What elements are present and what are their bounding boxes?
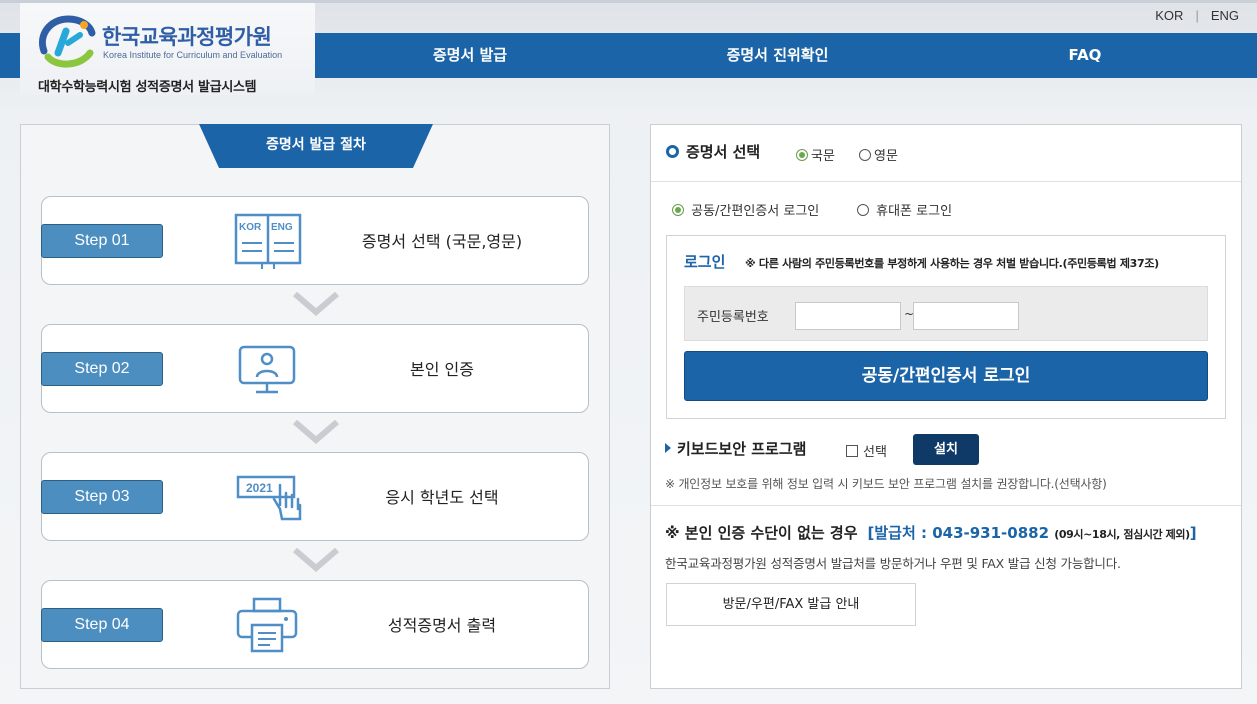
lang-eng-link[interactable]: ENG: [1211, 8, 1239, 23]
keyboard-security-title: 키보드보안 프로그램: [665, 438, 806, 459]
nav-issue-certificate[interactable]: 증명서 발급: [370, 33, 570, 78]
issue-form-panel: 증명서 선택 국문 영문 공동/간편인증서 로그인 휴대폰 로그인 로그인 ※ …: [650, 124, 1242, 689]
chevron-down-icon: [293, 548, 339, 572]
login-warning: ※ 다른 사람의 주민등록번호를 부정하게 사용하는 경우 처벌 받습니다.(주…: [745, 257, 1159, 270]
rrn-label: 주민등록번호: [697, 310, 769, 325]
year-select-hand-icon: 2021: [236, 475, 302, 521]
radio-off-icon: [857, 204, 869, 216]
year-label: 2021: [246, 481, 273, 495]
radio-on-icon: [672, 204, 684, 216]
step-card-1: Step 01 KOR ENG 증명서 선택 (국문,영문): [41, 196, 589, 285]
step-badge: Step 01: [41, 224, 163, 258]
rrn-front-input[interactable]: [795, 302, 901, 330]
bracket-close: ]: [1189, 524, 1197, 542]
logo-english-name: Korea Institute for Curriculum and Evalu…: [103, 50, 283, 60]
user-monitor-icon: [238, 345, 296, 394]
divider: [651, 505, 1241, 506]
certificate-select-label: 증명서 선택: [666, 141, 760, 162]
book-eng-label: ENG: [271, 222, 293, 233]
radio-cert-login-label: 공동/간편인증서 로그인: [691, 204, 820, 219]
book-kor-eng-icon: KOR ENG: [234, 213, 302, 269]
install-button[interactable]: 설치: [913, 434, 979, 465]
step-text: 응시 학년도 선택: [385, 488, 499, 507]
keyboard-select-checkbox[interactable]: 선택: [846, 441, 887, 460]
rrn-row: 주민등록번호 ~: [684, 286, 1208, 341]
certificate-select-text: 증명서 선택: [686, 143, 761, 161]
radio-korean-label: 국문: [811, 149, 835, 164]
step-badge: Step 03: [41, 480, 163, 514]
nav-faq[interactable]: FAQ: [1000, 33, 1170, 78]
divider: [651, 181, 1241, 182]
rrn-back-input[interactable]: [913, 302, 1019, 330]
cert-login-button[interactable]: 공동/간편인증서 로그인: [684, 351, 1208, 401]
language-switch: KOR | ENG: [1155, 8, 1239, 23]
printer-icon: [236, 597, 298, 653]
issuer-phone-text: [발급처 : 043-931-0882: [867, 524, 1050, 542]
site-logo[interactable]: 한국교육과정평가원 Korea Institute for Curriculum…: [20, 3, 315, 95]
chevron-down-icon: [293, 420, 339, 444]
step-badge: Step 02: [41, 352, 163, 386]
step-card-3: Step 03 2021 응시 학년도 선택: [41, 452, 589, 541]
procedure-panel: 증명서 발급 절차 Step 01 KOR ENG 증명서 선택 (국문,영문)…: [20, 124, 610, 689]
keyboard-security-text: 키보드보안 프로그램: [677, 440, 807, 458]
no-auth-title: ※ 본인 인증 수단이 없는 경우 [발급처 : 043-931-0882 (09…: [665, 522, 1197, 543]
kice-logo-icon: [39, 15, 96, 68]
step-text: 본인 인증: [410, 360, 474, 379]
no-auth-title-text: ※ 본인 인증 수단이 없는 경우: [665, 524, 858, 542]
lang-separator: |: [1195, 8, 1199, 23]
login-title: 로그인: [684, 253, 726, 271]
radio-phone-login-label: 휴대폰 로그인: [876, 204, 953, 219]
radio-english-label: 영문: [874, 149, 898, 164]
step-card-2: Step 02 본인 인증: [41, 324, 589, 413]
ring-bullet-icon: [666, 145, 679, 158]
step-card-4: Step 04 성적증명서 출력: [41, 580, 589, 669]
system-name: 대학수학능력시험 성적증명서 발급시스템: [38, 80, 257, 95]
radio-phone-login[interactable]: 휴대폰 로그인: [857, 200, 952, 219]
radio-on-icon: [796, 149, 808, 161]
office-hours: (09시~18시, 점심시간 제외): [1054, 528, 1190, 541]
step-text: 증명서 선택 (국문,영문): [361, 232, 523, 251]
step-badge: Step 04: [41, 608, 163, 642]
login-box: 로그인 ※ 다른 사람의 주민등록번호를 부정하게 사용하는 경우 처벌 받습니…: [666, 235, 1226, 419]
nav-verify-certificate[interactable]: 증명서 진위확인: [660, 33, 895, 78]
book-kor-label: KOR: [239, 222, 262, 233]
issuer-phone: [발급처 : 043-931-0882 (09시~18시, 점심시간 제외)]: [868, 524, 1197, 542]
radio-cert-login[interactable]: 공동/간편인증서 로그인: [672, 200, 819, 219]
no-auth-description: 한국교육과정평가원 성적증명서 발급처를 방문하거나 우편 및 FAX 발급 신…: [665, 556, 1121, 571]
checkbox-label: 선택: [863, 445, 887, 460]
lang-kor-link[interactable]: KOR: [1155, 8, 1183, 23]
keyboard-security-note: ※ 개인정보 보호를 위해 정보 입력 시 키보드 보안 프로그램 설치를 권장…: [665, 477, 1107, 491]
visit-mail-fax-guide-button[interactable]: 방문/우편/FAX 발급 안내: [666, 583, 916, 626]
step-text: 성적증명서 출력: [387, 616, 497, 635]
radio-korean[interactable]: 국문: [796, 145, 835, 164]
chevron-down-icon: [293, 292, 339, 316]
procedure-title: 증명서 발급 절차: [266, 137, 366, 153]
radio-off-icon: [859, 149, 871, 161]
logo-korean-name: 한국교육과정평가원: [102, 25, 272, 49]
checkbox-icon: [846, 445, 858, 457]
triangle-bullet-icon: [665, 443, 671, 453]
procedure-title-tab: 증명서 발급 절차: [199, 124, 433, 168]
radio-english[interactable]: 영문: [859, 145, 898, 164]
